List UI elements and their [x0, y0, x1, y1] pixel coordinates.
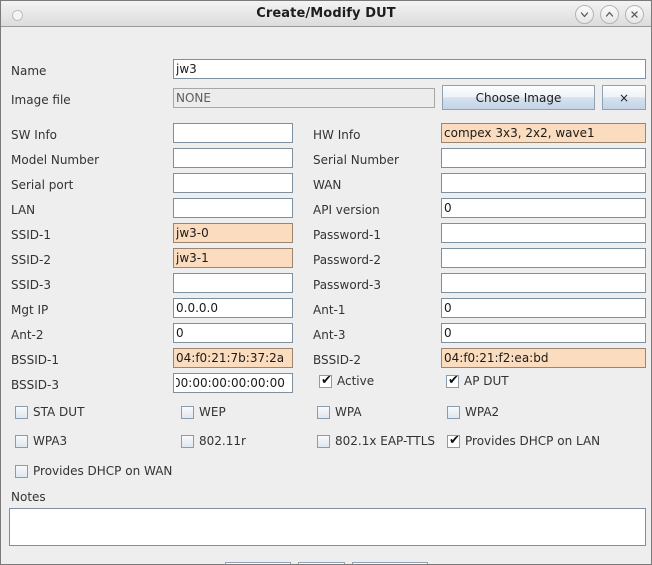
field-label: API version: [313, 203, 380, 217]
field-input[interactable]: [173, 323, 293, 343]
checkbox-box-icon: ✔: [317, 405, 330, 419]
field-input[interactable]: [173, 123, 293, 143]
field-input[interactable]: [173, 373, 293, 393]
checkbox-label: WPA2: [465, 405, 500, 419]
field-label: BSSID-1: [11, 353, 59, 367]
field-input[interactable]: [441, 148, 646, 168]
close-button[interactable]: [625, 5, 644, 24]
checkbox-wpa[interactable]: ✔ WPA: [317, 405, 362, 419]
clear-image-label: ×: [618, 90, 630, 105]
choose-image-label: Choose Image: [475, 90, 562, 105]
checkbox-ap-dut[interactable]: ✔ AP DUT: [446, 374, 509, 388]
field-label: Mgt IP: [11, 303, 49, 317]
name-label: Name: [11, 64, 47, 78]
checkbox-provides-dhcp-on-wan[interactable]: ✔ Provides DHCP on WAN: [15, 464, 172, 478]
maximize-button[interactable]: [600, 5, 619, 24]
field-label: Ant-2: [11, 328, 44, 342]
field-label: BSSID-3: [11, 378, 59, 392]
field-input[interactable]: [173, 273, 293, 293]
checkbox-label: WPA3: [33, 434, 68, 448]
field-label: Model Number: [11, 153, 100, 167]
field-label: BSSID-2: [313, 353, 361, 367]
field-input[interactable]: [173, 198, 293, 218]
checkbox-box-icon: ✔: [447, 405, 460, 419]
field-label: SSID-2: [11, 253, 51, 267]
window-title: Create/Modify DUT: [256, 6, 396, 21]
checkbox-label: 802.11r: [199, 434, 246, 448]
checkbox-label: STA DUT: [33, 405, 85, 419]
checkbox-wpa2[interactable]: ✔ WPA2: [447, 405, 499, 419]
checkbox-wep[interactable]: ✔ WEP: [181, 405, 226, 419]
field-input[interactable]: [441, 198, 646, 218]
checkbox-802-1x-eap-ttls[interactable]: ✔ 802.1x EAP-TTLS: [317, 434, 435, 448]
field-input[interactable]: [173, 298, 293, 318]
create-modify-dut-dialog: Create/Modify DUT Name Image file Choose…: [0, 0, 652, 565]
checkbox-box-icon: ✔: [447, 432, 460, 448]
checkbox-label: Provides DHCP on WAN: [33, 464, 173, 478]
field-label: LAN: [11, 203, 36, 217]
minimize-button[interactable]: [575, 5, 594, 24]
field-input[interactable]: [173, 148, 293, 168]
checkbox-box-icon: ✔: [446, 372, 459, 388]
field-label: WAN: [313, 178, 342, 192]
field-input[interactable]: [441, 348, 646, 368]
title-bar: Create/Modify DUT: [1, 1, 651, 27]
field-input[interactable]: [441, 273, 646, 293]
checkbox-box-icon: ✔: [317, 434, 330, 448]
field-label: Ant-3: [313, 328, 346, 342]
field-label: HW Info: [313, 128, 361, 142]
name-input[interactable]: [173, 59, 646, 79]
checkbox-label: WEP: [199, 405, 226, 419]
checkbox-box-icon: ✔: [181, 434, 194, 448]
checkbox-provides-dhcp-on-lan[interactable]: ✔ Provides DHCP on LAN: [447, 434, 600, 448]
checkbox-active[interactable]: ✔ Active: [319, 374, 374, 388]
checkbox-box-icon: ✔: [181, 405, 194, 419]
checkbox-802-11r[interactable]: ✔ 802.11r: [181, 434, 246, 448]
checkbox-label: Provides DHCP on LAN: [465, 434, 601, 448]
notes-label: Notes: [11, 490, 46, 504]
field-label: SSID-3: [11, 278, 51, 292]
checkbox-box-icon: ✔: [15, 434, 28, 448]
checkbox-wpa3[interactable]: ✔ WPA3: [15, 434, 67, 448]
notes-textarea[interactable]: [9, 508, 646, 546]
field-label: SSID-1: [11, 228, 51, 242]
checkbox-label: WPA: [335, 405, 362, 419]
field-input[interactable]: [441, 298, 646, 318]
field-label: Password-3: [313, 278, 382, 292]
field-input[interactable]: [173, 173, 293, 193]
field-input[interactable]: [173, 223, 293, 243]
checkbox-label: 802.1x EAP-TTLS: [335, 434, 436, 448]
checkbox-box-icon: ✔: [15, 405, 28, 419]
image-file-label: Image file: [11, 93, 71, 107]
field-label: Ant-1: [313, 303, 346, 317]
field-input[interactable]: [173, 348, 293, 368]
field-label: Password-2: [313, 253, 382, 267]
checkbox-label: Active: [337, 374, 375, 388]
field-label: Serial Number: [313, 153, 399, 167]
field-input[interactable]: [441, 223, 646, 243]
checkbox-label: AP DUT: [464, 374, 509, 388]
checkbox-box-icon: ✔: [15, 464, 28, 478]
image-file-input[interactable]: [173, 88, 435, 108]
field-input[interactable]: [441, 173, 646, 193]
dialog-body: Name Image file Choose Image × SW Info HW…: [1, 27, 651, 564]
choose-image-button[interactable]: Choose Image: [442, 85, 595, 110]
field-label: Serial port: [11, 178, 74, 192]
field-input[interactable]: [441, 323, 646, 343]
checkbox-box-icon: ✔: [319, 372, 332, 388]
field-label: SW Info: [11, 128, 58, 142]
window-controls: [575, 5, 644, 24]
field-input[interactable]: [173, 248, 293, 268]
field-label: Password-1: [313, 228, 382, 242]
field-input[interactable]: [441, 123, 646, 143]
field-input[interactable]: [441, 248, 646, 268]
clear-image-button[interactable]: ×: [602, 85, 646, 110]
checkbox-sta-dut[interactable]: ✔ STA DUT: [15, 405, 84, 419]
